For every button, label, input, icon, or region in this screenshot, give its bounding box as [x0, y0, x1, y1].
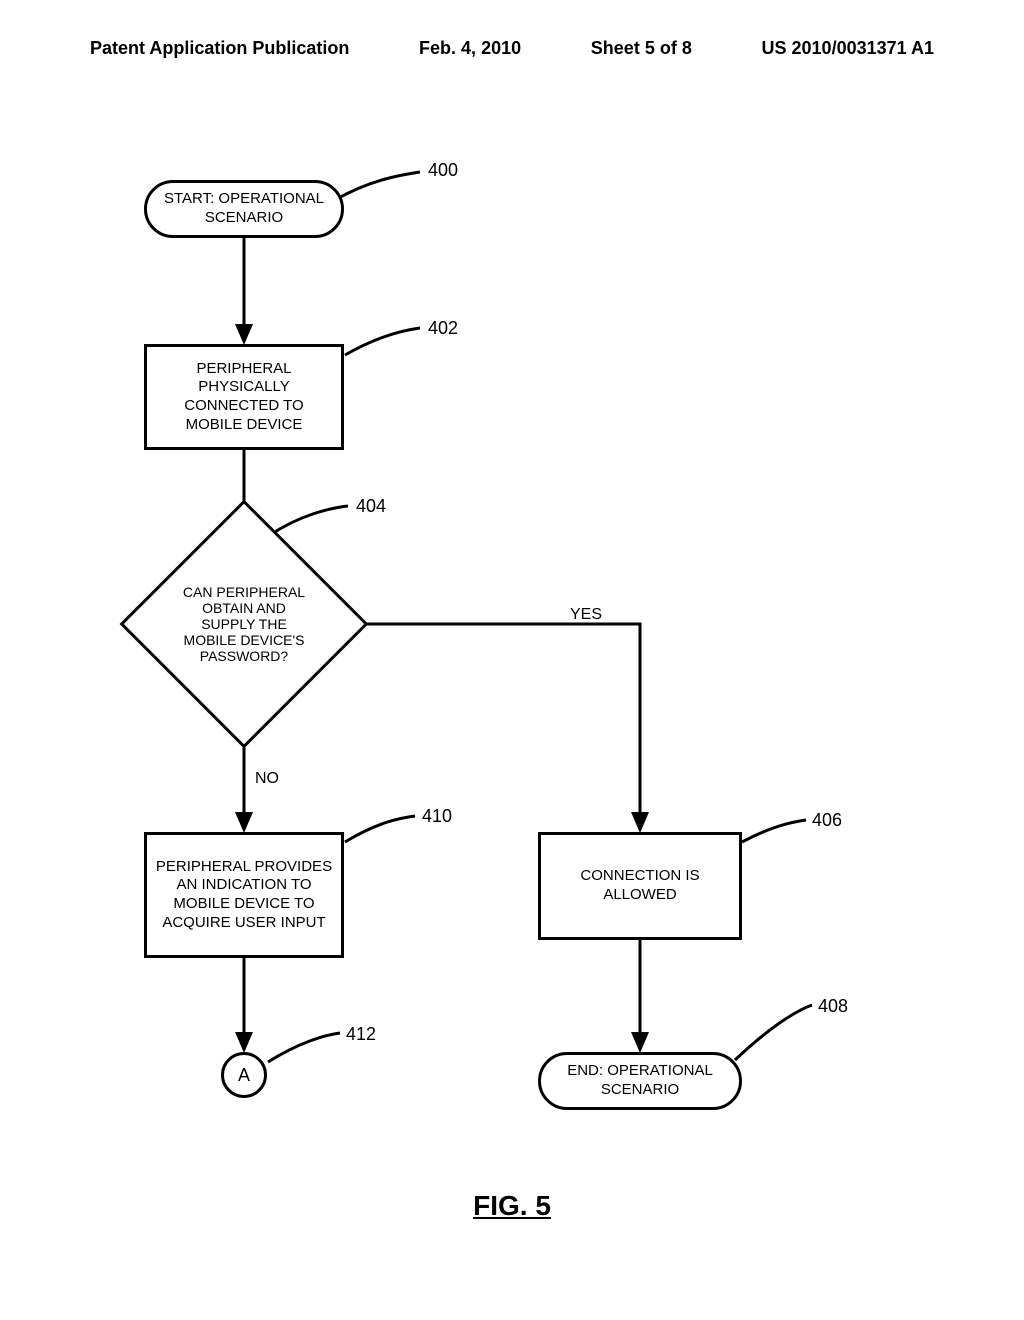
process-connection-allowed: CONNECTION IS ALLOWED [538, 832, 742, 940]
ref-402: 402 [428, 318, 458, 339]
end-node: END: OPERATIONAL SCENARIO [538, 1052, 742, 1110]
connector-lines [0, 130, 1024, 1190]
edge-label-yes: YES [570, 606, 602, 624]
sheet-number: Sheet 5 of 8 [591, 38, 692, 59]
ref-404: 404 [356, 496, 386, 517]
ref-410: 410 [422, 806, 452, 827]
figure-label: FIG. 5 [0, 1190, 1024, 1222]
ref-406: 406 [812, 810, 842, 831]
ref-400: 400 [428, 160, 458, 181]
page-header: Patent Application Publication Feb. 4, 2… [0, 38, 1024, 59]
connector-a: A [221, 1052, 267, 1098]
process-provide-indication: PERIPHERAL PROVIDES AN INDICATION TO MOB… [144, 832, 344, 958]
ref-412: 412 [346, 1024, 376, 1045]
publication-type: Patent Application Publication [90, 38, 349, 59]
decision-password: CAN PERIPHERAL OBTAIN AND SUPPLY THE MOB… [156, 536, 332, 712]
flowchart: START: OPERATIONAL SCENARIO 400 PERIPHER… [0, 130, 1024, 1190]
decision-password-text: CAN PERIPHERAL OBTAIN AND SUPPLY THE MOB… [156, 536, 332, 712]
publication-date: Feb. 4, 2010 [419, 38, 521, 59]
start-node: START: OPERATIONAL SCENARIO [144, 180, 344, 238]
edge-label-no: NO [255, 770, 279, 788]
ref-408: 408 [818, 996, 848, 1017]
process-peripheral-connected: PERIPHERAL PHYSICALLY CONNECTED TO MOBIL… [144, 344, 344, 450]
publication-number: US 2010/0031371 A1 [762, 38, 934, 59]
